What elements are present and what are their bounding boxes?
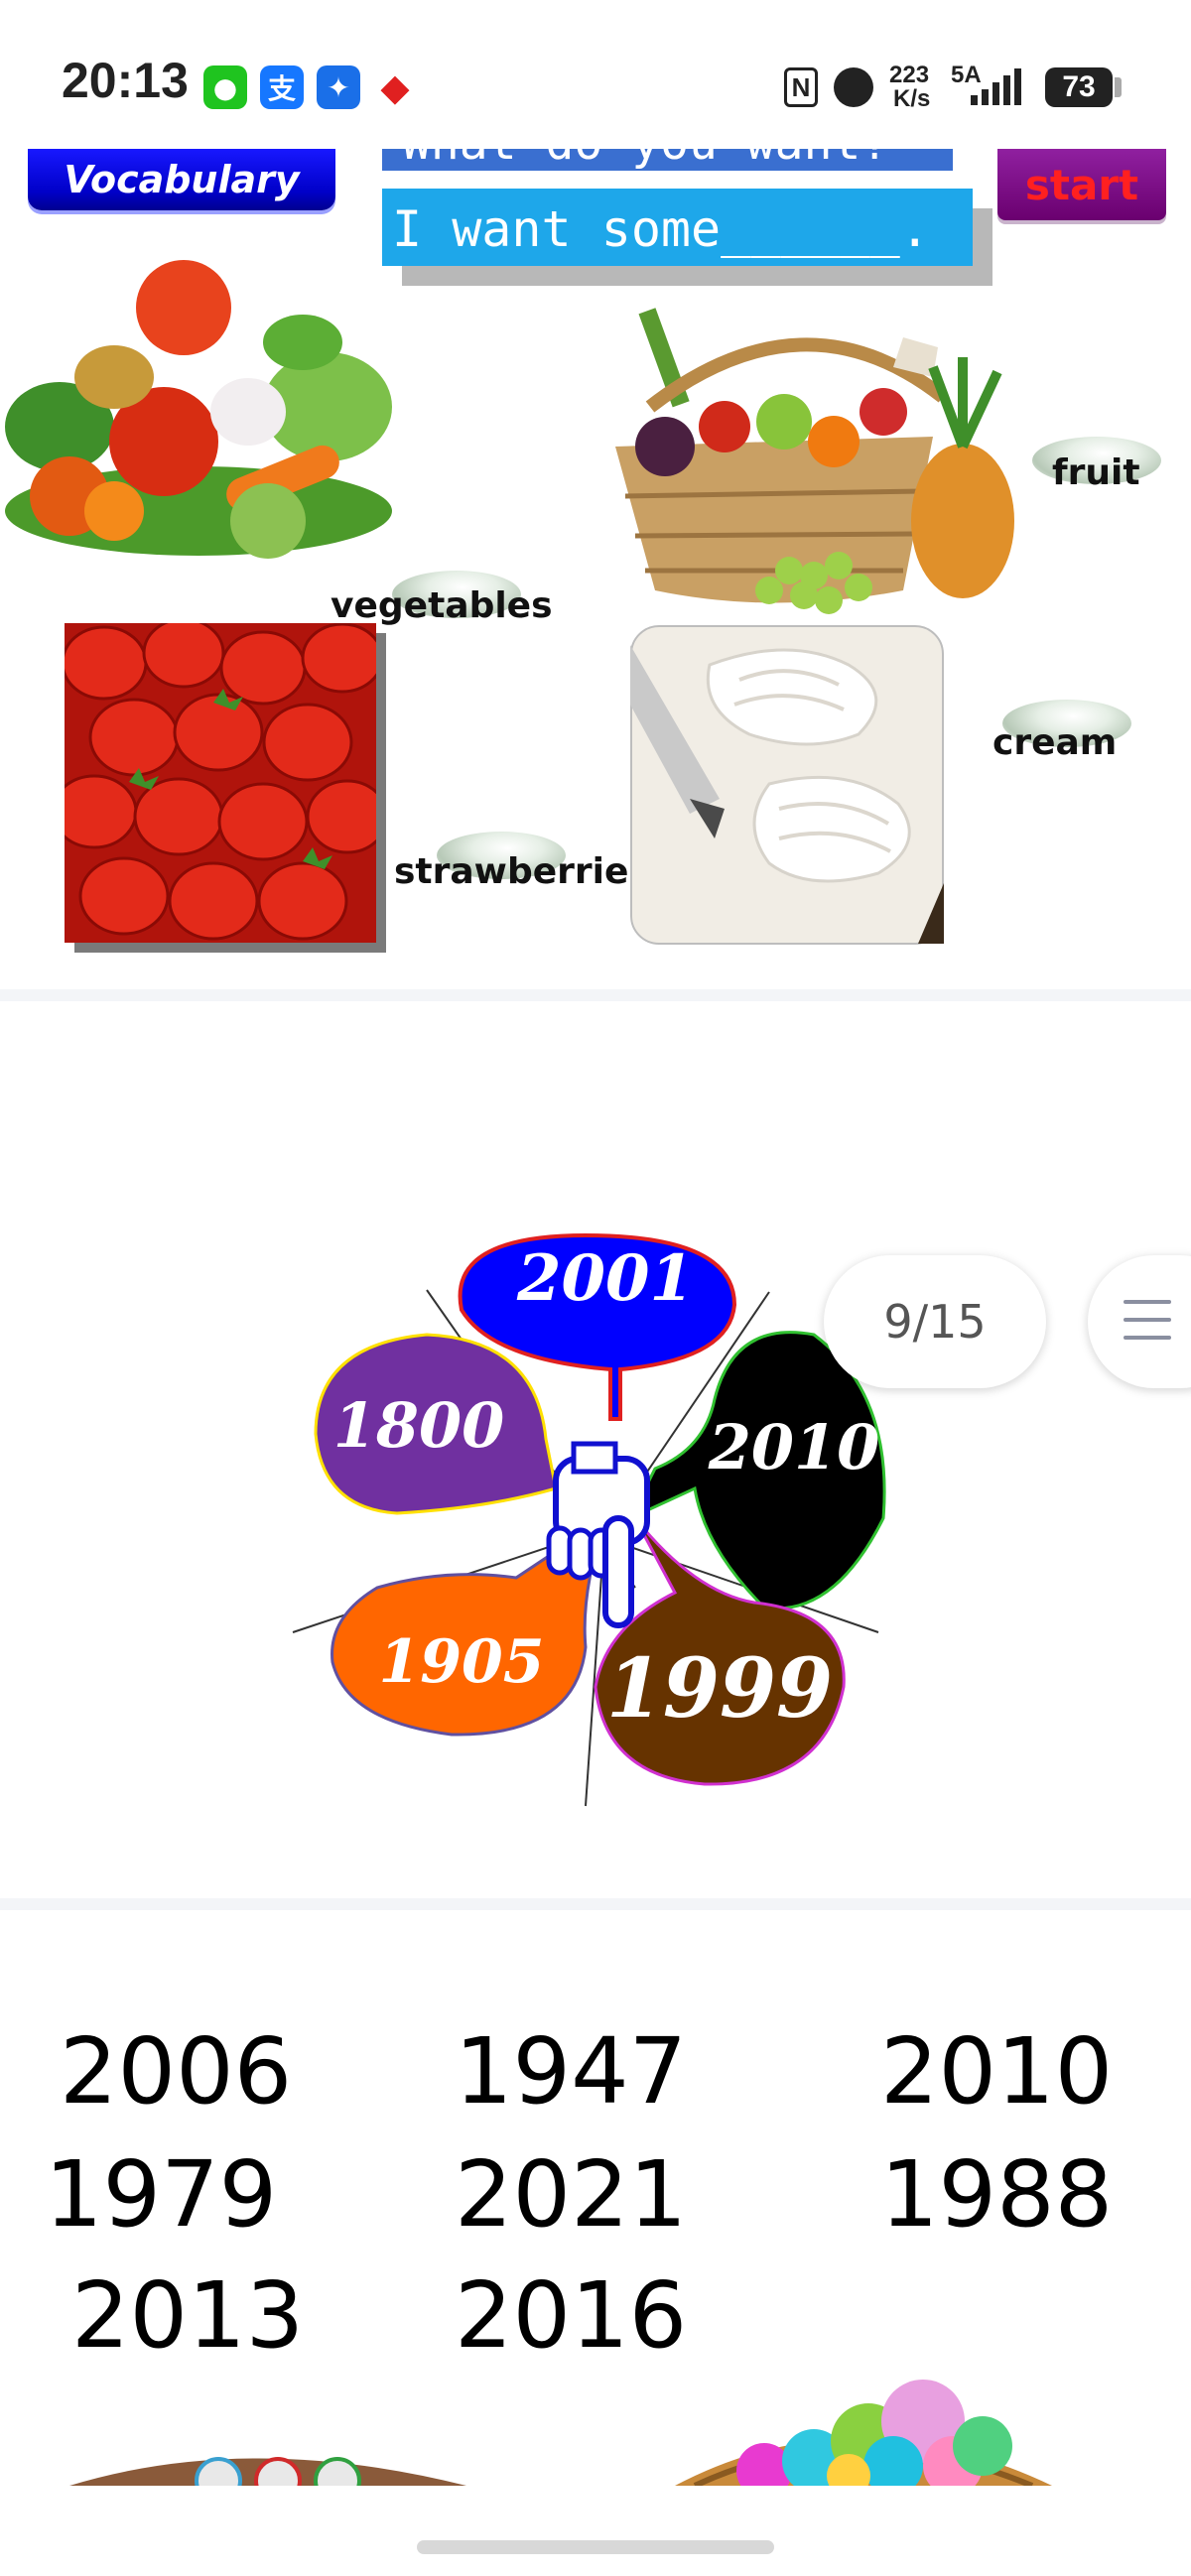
year-item[interactable]: 2013	[71, 2270, 304, 2362]
alipay-icon: 支	[260, 65, 304, 109]
nfc-icon: N	[784, 67, 818, 107]
home-indicator[interactable]	[417, 2540, 774, 2554]
net-speed-unit: K/s	[893, 85, 931, 112]
left-basket-image	[69, 2457, 466, 2486]
strawberries-word[interactable]: strawberries	[394, 851, 650, 892]
year-item[interactable]: 1947	[455, 2026, 687, 2118]
petal-2001-label: 2001	[516, 1241, 694, 1316]
fruit-word[interactable]: fruit	[1052, 452, 1140, 493]
year-item[interactable]: 2016	[455, 2270, 687, 2362]
vegetables-image	[5, 260, 392, 559]
question-text: What do you want?	[402, 149, 889, 171]
alarm-icon	[834, 67, 873, 107]
slide-divider-1	[0, 989, 1191, 1001]
cream-image	[630, 625, 944, 945]
slide-divider-2	[0, 1898, 1191, 1910]
petal-1800-label: 1800	[333, 1389, 505, 1462]
year-item[interactable]: 1988	[880, 2149, 1113, 2241]
status-bar: 20:13 ● 支 ✦ ◆ N 223 K/s 5A 73	[0, 0, 1191, 149]
fruit-basket-image	[615, 308, 1014, 614]
petal-1999-label: 1999	[606, 1641, 833, 1737]
year-item[interactable]: 2021	[455, 2149, 687, 2241]
red-diamond-app-icon: ◆	[373, 65, 417, 109]
year-item[interactable]: 2006	[60, 2026, 292, 2118]
status-time: 20:13	[62, 53, 189, 108]
wechat-icon: ●	[203, 65, 247, 109]
signal-icon	[971, 68, 1021, 105]
menu-icon[interactable]	[1124, 1300, 1171, 1342]
year-spinner-diagram[interactable]: 2001 1800 2010 1905 1999	[278, 1221, 913, 1816]
year-item[interactable]: 2010	[880, 2026, 1113, 2118]
battery-tip	[1115, 77, 1122, 97]
bulb-app-icon: ✦	[317, 65, 360, 109]
question-banner: What do you want?	[382, 149, 953, 171]
start-button[interactable]: start	[997, 149, 1166, 220]
strawberries-image	[65, 623, 376, 943]
petal-1905-label: 1905	[379, 1627, 545, 1697]
cream-word[interactable]: cream	[992, 722, 1117, 763]
battery-icon: 73	[1045, 67, 1113, 107]
year-item[interactable]: 1979	[45, 2149, 277, 2241]
right-basket-image	[675, 2380, 1052, 2486]
vegetables-word[interactable]: vegetables	[331, 585, 553, 626]
page-indicator[interactable]: 9/15	[824, 1255, 1046, 1388]
vocabulary-button[interactable]: Vocabulary	[28, 149, 335, 210]
petal-2010-label: 2010	[708, 1411, 880, 1483]
